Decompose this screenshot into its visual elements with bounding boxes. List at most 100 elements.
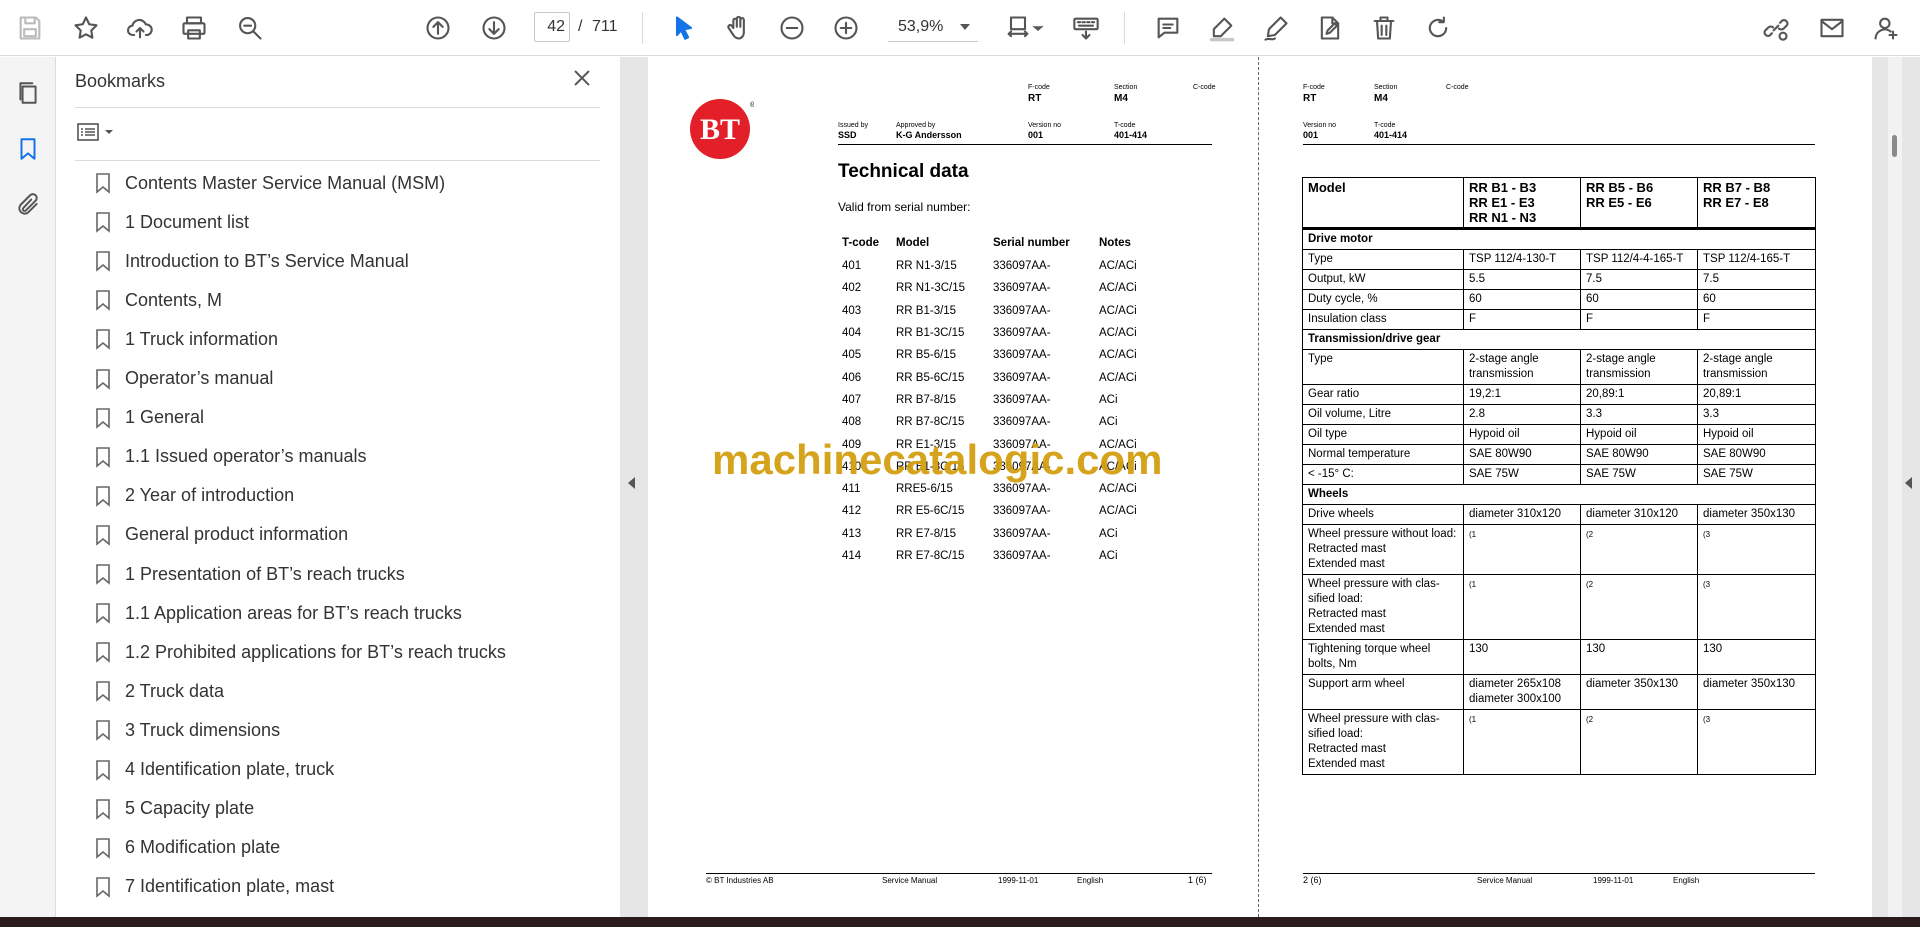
delete-trash-icon[interactable]: [1366, 10, 1402, 46]
bookmark-item[interactable]: 1.2 Prohibited applications for BT’s rea…: [95, 635, 585, 669]
bookmark-item[interactable]: 1 Truck information: [95, 322, 585, 356]
table-cell: 407: [842, 393, 862, 406]
cell-line: Wheel pressure without load:: [1308, 528, 1457, 540]
bookmark-label: 1 Truck information: [125, 328, 279, 349]
bookmark-panel-icon[interactable]: [10, 131, 46, 167]
table-cell: 3.3: [1580, 404, 1698, 425]
edit-document-icon[interactable]: [1312, 10, 1348, 46]
comment-icon[interactable]: [1150, 10, 1186, 46]
header-rule: [1303, 144, 1815, 145]
bookmark-item[interactable]: 3 Truck dimensions: [95, 713, 585, 747]
find-zoom-icon[interactable]: [232, 10, 268, 46]
print-icon[interactable]: [176, 10, 212, 46]
table-cell: Drive wheels: [1302, 504, 1464, 525]
bookmark-item[interactable]: 5 Capacity plate: [95, 792, 585, 826]
cell-line: diameter 265x108: [1469, 678, 1562, 690]
table-cell: AC/ACi: [1099, 349, 1137, 362]
zoom-level-select[interactable]: 53,9%: [888, 12, 978, 42]
table-cell: 406: [842, 371, 862, 384]
upload-cloud-icon[interactable]: [122, 10, 158, 46]
footer-page: 2 (6): [1303, 875, 1322, 885]
document-title: Technical data: [838, 161, 969, 182]
sign-pen-icon[interactable]: [1258, 10, 1294, 46]
previous-page-icon[interactable]: [420, 10, 456, 46]
bookmark-item[interactable]: 1 Presentation of BT’s reach trucks: [95, 557, 585, 591]
page-thumbnails-icon[interactable]: [10, 75, 46, 111]
expand-right-panel-icon[interactable]: [1905, 477, 1912, 489]
table-cell: F: [1580, 309, 1698, 330]
hand-tool-icon[interactable]: [720, 10, 756, 46]
bookmark-icon: [96, 485, 110, 507]
select-cursor-icon[interactable]: [666, 10, 702, 46]
page-number-input[interactable]: [534, 12, 570, 42]
bookmark-item[interactable]: Contents Master Service Manual (MSM): [95, 166, 585, 200]
bookmark-label: 1 Document list: [125, 211, 250, 232]
table-cell: 414: [842, 550, 862, 562]
close-icon[interactable]: [571, 67, 599, 95]
zoom-in-icon[interactable]: [828, 10, 864, 46]
share-link-icon[interactable]: [1758, 10, 1794, 46]
model-name: RR E7 - E8: [1703, 195, 1769, 210]
save-icon[interactable]: [12, 10, 48, 46]
keyboard-scroll-icon[interactable]: [1068, 10, 1104, 46]
bookmark-options-menu[interactable]: [75, 119, 125, 149]
bookmark-label: 1.1 Application areas for BT’s reach tru…: [125, 602, 462, 623]
header-rule: [838, 144, 1212, 145]
bookmark-item[interactable]: 2 Truck data: [95, 674, 585, 708]
highlight-pen-icon[interactable]: [1204, 10, 1240, 46]
fcode-value: RT: [1303, 93, 1317, 104]
document-scrollbar[interactable]: [1888, 57, 1902, 917]
table-cell: 20,89:1: [1580, 384, 1698, 405]
footer-date: 1999-11-01: [1593, 876, 1634, 885]
page-separator: /: [578, 18, 583, 35]
bookmark-item[interactable]: 1.1 Application areas for BT’s reach tru…: [95, 596, 585, 630]
table-cell: RR N1-3/15: [896, 260, 957, 273]
fcode-label: F-code: [1028, 84, 1050, 91]
section-label: Section: [1374, 84, 1398, 91]
bookmark-icon: [96, 681, 110, 703]
section-row: Drive motor: [1302, 228, 1816, 250]
next-page-icon[interactable]: [476, 10, 512, 46]
bookmark-item[interactable]: 1 Document list: [95, 205, 585, 239]
table-cell: 336097AA-: [993, 550, 1051, 562]
bookmark-icon: [96, 329, 110, 351]
rotate-icon[interactable]: [1420, 10, 1456, 46]
table-row: Wheel pressure with clas-sified load: Ret…: [1302, 709, 1816, 775]
cell-line: Wheel pressure with clas-sified load:: [1308, 713, 1440, 740]
table-cell: RR B7-8C/15: [896, 416, 965, 429]
bookmark-item[interactable]: 2 Year of introduction: [95, 479, 585, 513]
section-value: M4: [1374, 93, 1388, 104]
table-cell: AC/ACi: [1099, 260, 1137, 273]
attachment-paperclip-icon[interactable]: [10, 187, 46, 223]
table-cell: 336097AA-: [993, 416, 1051, 429]
bookmark-item[interactable]: Operator’s manual: [95, 362, 585, 396]
column-header: T-code: [842, 237, 880, 249]
star-bookmark-icon[interactable]: [68, 10, 104, 46]
bookmark-item[interactable]: 1.1 Issued operator’s manuals: [95, 440, 585, 474]
scrollbar-thumb[interactable]: [1892, 135, 1897, 157]
table-row: 407 RR B7-8/15 336097AA- ACi: [838, 389, 1165, 411]
bookmark-item[interactable]: 1 General: [95, 401, 585, 435]
email-icon[interactable]: [1814, 10, 1850, 46]
table-cell: ACi: [1099, 393, 1118, 406]
collapse-left-panel-icon[interactable]: [628, 477, 635, 489]
table-cell: 405: [842, 349, 862, 362]
bookmark-item[interactable]: 7 Identification plate, mast: [95, 870, 585, 904]
footer-rule: [1303, 873, 1815, 874]
table-row: 412 RR E5-6C/15 336097AA- AC/ACi: [838, 500, 1165, 522]
bookmark-item[interactable]: Introduction to BT’s Service Manual: [95, 244, 585, 278]
table-cell: 60: [1463, 289, 1581, 310]
bookmark-item[interactable]: Contents, M: [95, 283, 585, 317]
bookmark-icon: [96, 368, 110, 390]
bookmark-item[interactable]: 6 Modification plate: [95, 831, 585, 865]
table-cell: 2-stage angle transmission: [1463, 349, 1581, 385]
chevron-down-icon[interactable]: [1030, 10, 1046, 46]
bookmark-item[interactable]: 4 Identification plate, truck: [95, 753, 585, 787]
account-add-icon[interactable]: [1868, 10, 1904, 46]
table-cell: 412: [842, 505, 862, 518]
bookmark-item[interactable]: General product information: [95, 518, 585, 552]
table-cell: RR B7-8/15: [896, 393, 957, 406]
zoom-out-icon[interactable]: [774, 10, 810, 46]
table-cell: 404: [842, 327, 862, 340]
table-cell: SAE 80W90: [1463, 444, 1581, 465]
